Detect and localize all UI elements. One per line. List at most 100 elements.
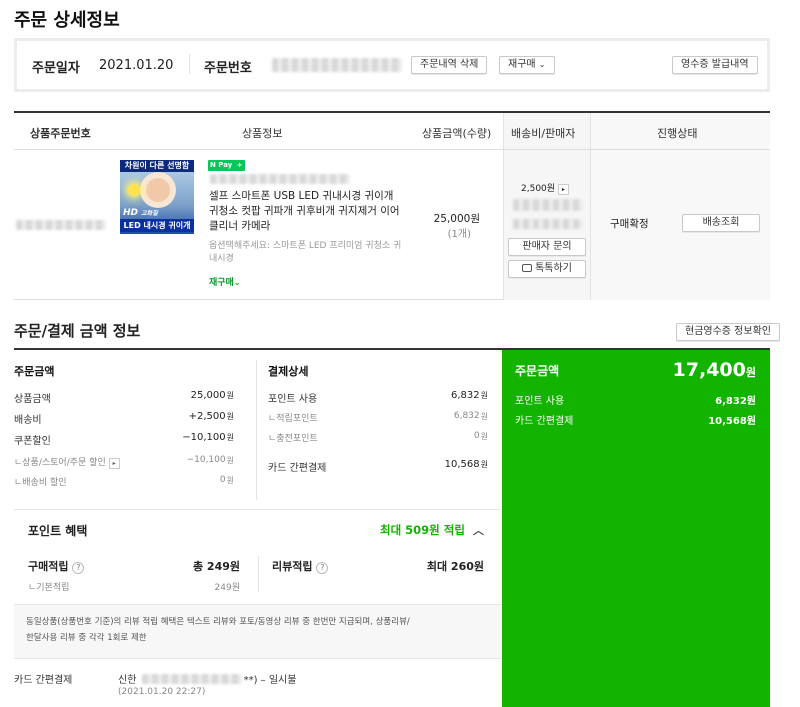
- thumb-face-graphic: [146, 178, 170, 202]
- rebuy-link[interactable]: 재구매⌄: [209, 275, 241, 288]
- review-notice: 동일상품(상품번호 기준)의 리뷰 적립 혜택은 텍스트 리뷰와 포토/동영상 …: [26, 614, 410, 646]
- delete-order-button[interactable]: 주문내역 삭제: [411, 56, 488, 74]
- purchase-point-label: 구매적립 ?: [28, 558, 85, 574]
- point-usage-label: 포인트 사용: [268, 394, 318, 405]
- header-shipping-seller: 배송비/판매자: [511, 127, 576, 140]
- review-notice-line2: 한달사용 리뷰 중 각각 1회로 제한: [26, 633, 147, 643]
- npay-badge: N Pay +: [208, 160, 245, 171]
- help-icon[interactable]: ?: [72, 562, 85, 574]
- receipt-history-button[interactable]: 영수증 발급내역: [672, 56, 758, 74]
- order-date-value: 2021.01.20: [99, 58, 174, 73]
- coupon-discount-value: −10,100원: [144, 432, 234, 443]
- product-amount-value: 25,000원: [144, 390, 234, 401]
- seller-contact-redacted: [513, 219, 583, 229]
- thumb-hd-sub: 고화질: [141, 210, 158, 217]
- point-benefit-toggle[interactable]: 최대 509원 적립 ︿: [380, 522, 484, 538]
- product-amount-number: 25,000: [190, 390, 226, 401]
- talktalk-button[interactable]: 톡톡하기: [508, 260, 586, 278]
- point-usage-number: 6,832: [450, 390, 480, 401]
- thumb-hd: HD: [123, 208, 139, 218]
- card-footer-label: 카드 간편결제: [14, 675, 73, 686]
- rebuy-link-label: 재구매: [209, 278, 234, 288]
- card-issuer: 신한: [118, 675, 137, 686]
- coupon-discount-label: 쿠폰할인: [14, 436, 51, 447]
- won-unit: 원: [226, 391, 234, 400]
- thumb-top-text: 차원이 다른 선명함: [120, 160, 194, 172]
- green-point-value: 6,832원: [715, 396, 756, 407]
- review-point-value: 최대 260원: [426, 560, 484, 573]
- won-unit: 원: [226, 433, 234, 442]
- earned-point-number: 6,832: [453, 411, 480, 421]
- earned-point-label: ㄴ적립포인트: [268, 414, 318, 424]
- basic-point-value: 249원: [214, 583, 240, 593]
- product-store-discount-value: −10,100원: [144, 455, 234, 466]
- card-payment-time: (2021.01.20 22:27): [118, 687, 206, 697]
- won-unit: 원: [745, 366, 756, 379]
- order-number-label: 주문번호: [204, 61, 252, 76]
- basic-point-label: ㄴ기본적립: [28, 583, 70, 593]
- review-point-text: 리뷰적립: [272, 560, 313, 573]
- shipping-discount-number: 0: [219, 475, 226, 485]
- track-delivery-button[interactable]: 배송조회: [682, 214, 760, 232]
- order-total-value: 17,400원: [673, 359, 756, 381]
- help-icon[interactable]: ?: [316, 562, 329, 574]
- seller-inquiry-button[interactable]: 판매자 문의: [508, 238, 586, 256]
- won-unit: 원: [480, 432, 488, 441]
- thumb-led-glow: [128, 184, 140, 196]
- rebuy-label: 재구매: [508, 59, 536, 70]
- order-info-box: 주문일자 2021.01.20 주문번호 주문내역 삭제 재구매 ⌄ 영수증 발…: [14, 38, 770, 92]
- order-total-label: 주문금액: [515, 364, 560, 378]
- chat-icon: [522, 264, 533, 272]
- product-store-discount-text: ㄴ상품/스토어/주문 할인: [14, 458, 106, 468]
- coupon-discount-number: −10,100: [182, 432, 226, 443]
- green-card-value: 10,568원: [708, 416, 756, 427]
- header-price-qty: 상품금액(수량): [422, 127, 492, 140]
- page-title: 주문 상세정보: [14, 10, 120, 31]
- card-footer-detail: 신한 **) – 일시불: [118, 671, 296, 686]
- card-payment-number: 10,568: [444, 459, 480, 470]
- order-date-label: 주문일자: [32, 61, 80, 76]
- order-number-value-redacted: [272, 58, 402, 72]
- chevron-up-icon: ︿: [472, 524, 484, 537]
- point-benefit-title: 포인트 혜택: [28, 524, 88, 538]
- won-unit: 원: [480, 460, 488, 469]
- shipping-fee-number: +2,500: [188, 411, 226, 422]
- header-status: 진행상태: [657, 127, 698, 140]
- product-store-discount-number: −10,100: [186, 455, 226, 465]
- info-arrow-icon[interactable]: ▸: [108, 458, 120, 469]
- charged-point-value: 0원: [398, 431, 488, 442]
- product-amount-label: 상품금액: [14, 394, 51, 405]
- column-divider: [258, 556, 259, 592]
- table-header-row: 상품주문번호 상품정보 상품금액(수량) 배송비/판매자 진행상태: [14, 113, 770, 150]
- card-payment-value: 10,568원: [398, 459, 488, 470]
- rebuy-dropdown-button[interactable]: 재구매 ⌄: [499, 56, 555, 74]
- order-total-number: 17,400: [672, 359, 746, 381]
- card-payment-label: 카드 간편결제: [268, 463, 327, 474]
- talktalk-label: 톡톡하기: [535, 263, 572, 274]
- cash-receipt-button[interactable]: 현금영수증 정보확인: [676, 323, 780, 341]
- product-thumbnail[interactable]: 차원이 다른 선명함 HD 고화질 LED 내시경 귀이개: [120, 160, 194, 234]
- chevron-down-icon: ⌄: [538, 60, 546, 69]
- product-store-discount-label: ㄴ상품/스토어/주문 할인 ▸: [14, 455, 120, 469]
- payment-section-title: 주문/결제 금액 정보: [14, 322, 141, 340]
- product-price: 25,000원: [433, 213, 480, 225]
- product-name-link[interactable]: 셀프 스마트폰 USB LED 귀내시경 귀이개 귀청소 컷팝 귀파개 귀후비개…: [209, 189, 404, 234]
- charged-point-label: ㄴ충전포인트: [268, 434, 318, 444]
- info-arrow-icon[interactable]: ▸: [557, 184, 569, 195]
- review-point-label: 리뷰적립 ?: [272, 558, 329, 574]
- header-order-number: 상품주문번호: [30, 127, 91, 140]
- product-qty: (1개): [447, 229, 471, 240]
- order-amount-title: 주문금액: [14, 365, 55, 378]
- green-point-label: 포인트 사용: [515, 396, 565, 407]
- point-usage-value: 6,832원: [398, 390, 488, 401]
- npay-plus-text: +: [236, 161, 243, 169]
- chevron-down-icon: ⌄: [233, 278, 241, 287]
- order-total-panel: 주문금액 17,400원 포인트 사용 6,832원 카드 간편결제 10,56…: [502, 350, 770, 707]
- column-divider: [256, 360, 257, 500]
- header-product-info: 상품정보: [242, 127, 283, 140]
- order-status: 구매확정: [610, 218, 649, 230]
- shipping-discount-label: ㄴ배송비 할인: [14, 478, 67, 488]
- seller-info-redacted: [513, 199, 583, 211]
- review-notice-line1: 동일상품(상품번호 기준)의 리뷰 적립 혜택은 텍스트 리뷰와 포토/동영상 …: [26, 617, 410, 627]
- card-installment: **) – 일시불: [243, 675, 297, 686]
